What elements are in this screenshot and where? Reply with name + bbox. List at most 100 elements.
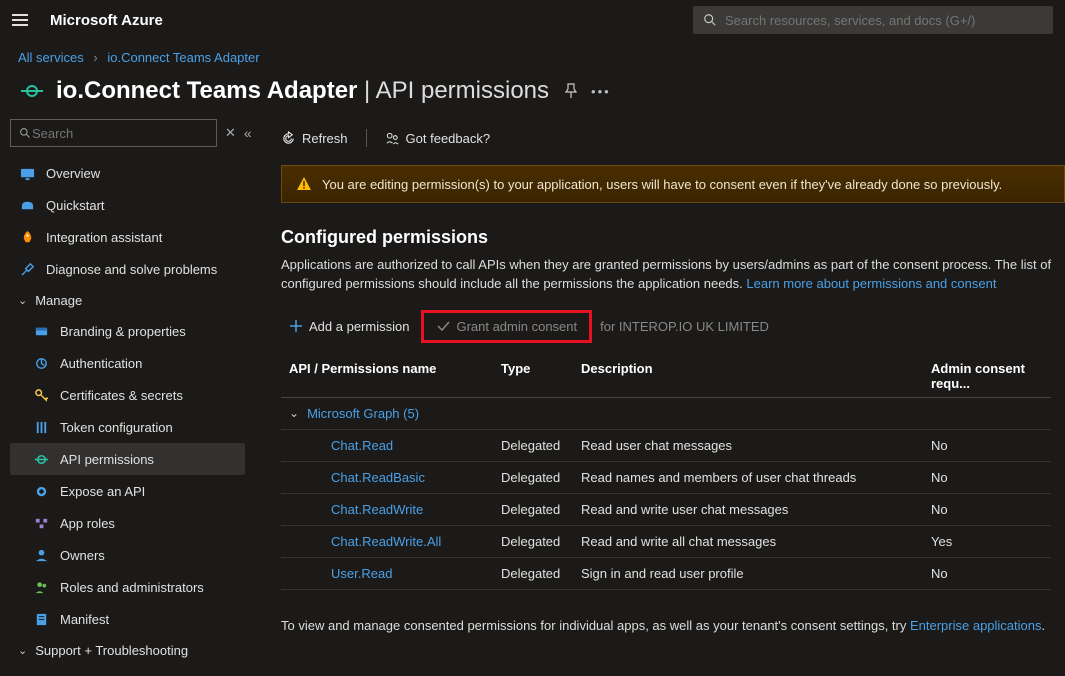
breadcrumb-sep: › xyxy=(93,50,97,65)
table-row[interactable]: User.ReadDelegatedSign in and read user … xyxy=(281,558,1051,590)
permission-type: Delegated xyxy=(501,566,581,581)
breadcrumb-current[interactable]: io.Connect Teams Adapter xyxy=(107,50,259,65)
permission-admin: No xyxy=(931,470,1051,485)
search-icon xyxy=(703,13,717,27)
permission-admin: No xyxy=(931,566,1051,581)
permission-desc: Read and write user chat messages xyxy=(581,502,931,517)
roles-icon xyxy=(32,514,50,532)
sidebar-item-owners[interactable]: Owners xyxy=(10,539,245,571)
configured-desc: Applications are authorized to call APIs… xyxy=(281,256,1065,294)
sidebar-item-roles-and-administrators[interactable]: Roles and administrators xyxy=(10,571,245,603)
feedback-button[interactable]: Got feedback? xyxy=(385,131,491,146)
sidebar-item-diagnose-and-solve-problems[interactable]: Diagnose and solve problems xyxy=(10,253,245,285)
permission-admin: No xyxy=(931,502,1051,517)
permission-link[interactable]: Chat.Read xyxy=(331,438,393,453)
sidebar-item-label: Integration assistant xyxy=(46,230,162,245)
sidebar-item-quickstart[interactable]: Quickstart xyxy=(10,189,245,221)
sidebar-item-label: Expose an API xyxy=(60,484,145,499)
sidebar-item-integration-assistant[interactable]: Integration assistant xyxy=(10,221,245,253)
sidebar-item-label: API permissions xyxy=(60,452,154,467)
collapse-sidebar-icon[interactable]: « xyxy=(244,125,252,141)
sidebar-item-label: Manifest xyxy=(60,612,109,627)
sidebar-item-label: Branding & properties xyxy=(60,324,186,339)
permission-type: Delegated xyxy=(501,470,581,485)
chevron-down-icon: ⌄ xyxy=(18,294,27,307)
sidebar-item-token-configuration[interactable]: Token configuration xyxy=(10,411,245,443)
sidebar-item-label: Diagnose and solve problems xyxy=(46,262,217,277)
brand-icon xyxy=(32,322,50,340)
page-title: io.Connect Teams Adapter | API permissio… xyxy=(56,77,549,105)
wrench-icon xyxy=(18,260,36,278)
global-search-input[interactable] xyxy=(725,13,1043,28)
breadcrumb-root[interactable]: All services xyxy=(18,50,84,65)
sidebar-item-app-roles[interactable]: App roles xyxy=(10,507,245,539)
more-menu[interactable]: ••• xyxy=(591,84,611,99)
admins-icon xyxy=(32,578,50,596)
permission-link[interactable]: Chat.ReadWrite xyxy=(331,502,423,517)
col-header-type: Type xyxy=(501,361,581,391)
sidebar-item-label: Quickstart xyxy=(46,198,105,213)
sidebar-item-branding-properties[interactable]: Branding & properties xyxy=(10,315,245,347)
overview-icon xyxy=(18,164,36,182)
sidebar-item-label: Authentication xyxy=(60,356,142,371)
table-header: API / Permissions name Type Description … xyxy=(281,355,1051,398)
sidebar-group-support[interactable]: ⌄ Support + Troubleshooting xyxy=(10,635,245,665)
permission-desc: Read and write all chat messages xyxy=(581,534,931,549)
footer-note: To view and manage consented permissions… xyxy=(281,618,1065,633)
sidebar-search-input[interactable] xyxy=(32,126,208,141)
warning-icon xyxy=(296,176,312,192)
permission-type: Delegated xyxy=(501,438,581,453)
col-header-name: API / Permissions name xyxy=(281,361,501,391)
key-icon xyxy=(32,386,50,404)
table-row[interactable]: Chat.ReadBasic DelegatedRead names and me… xyxy=(281,462,1051,494)
permission-group[interactable]: ⌄ Microsoft Graph (5) xyxy=(281,398,1051,430)
brand-label: Microsoft Azure xyxy=(50,12,163,29)
sidebar-item-label: Certificates & secrets xyxy=(60,388,183,403)
sidebar-group-label: Support + Troubleshooting xyxy=(35,643,188,658)
sidebar-item-certificates-secrets[interactable]: Certificates & secrets xyxy=(10,379,245,411)
col-header-admin: Admin consent requ... xyxy=(931,361,1051,391)
feedback-icon xyxy=(385,131,400,146)
grant-consent-button[interactable]: Grant admin consent xyxy=(428,315,585,338)
sidebar-item-manifest[interactable]: Manifest xyxy=(10,603,245,635)
expose-icon xyxy=(32,482,50,500)
sidebar-item-label: Owners xyxy=(60,548,105,563)
sidebar-item-authentication[interactable]: Authentication xyxy=(10,347,245,379)
enterprise-apps-link[interactable]: Enterprise applications xyxy=(910,618,1042,633)
sidebar-item-overview[interactable]: Overview xyxy=(10,157,245,189)
api-icon xyxy=(32,450,50,468)
check-icon xyxy=(436,319,450,333)
quickstart-icon xyxy=(18,196,36,214)
learn-more-link[interactable]: Learn more about permissions and consent xyxy=(746,276,996,291)
sidebar-item-expose-an-api[interactable]: Expose an API xyxy=(10,475,245,507)
table-row[interactable]: Chat.ReadWriteDelegatedRead and write us… xyxy=(281,494,1051,526)
manifest-icon xyxy=(32,610,50,628)
add-permission-button[interactable]: Add a permission xyxy=(281,315,417,338)
global-search[interactable] xyxy=(693,6,1053,34)
table-row[interactable]: Chat.ReadDelegatedRead user chat message… xyxy=(281,430,1051,462)
sidebar-group-manage[interactable]: ⌄ Manage xyxy=(10,285,245,315)
sidebar-item-label: Overview xyxy=(46,166,100,181)
token-icon xyxy=(32,418,50,436)
permission-admin: Yes xyxy=(931,534,1051,549)
rocket-icon xyxy=(18,228,36,246)
permission-link[interactable]: Chat.ReadBasic xyxy=(331,470,425,485)
refresh-button[interactable]: Refresh xyxy=(281,131,348,146)
sidebar-search[interactable] xyxy=(10,119,217,147)
permission-link[interactable]: Chat.ReadWrite.All xyxy=(331,534,441,549)
sidebar-item-label: Token configuration xyxy=(60,420,173,435)
plus-icon xyxy=(289,319,303,333)
col-header-desc: Description xyxy=(581,361,931,391)
permission-link[interactable]: User.Read xyxy=(331,566,392,581)
banner-text: You are editing permission(s) to your ap… xyxy=(322,177,1002,192)
sidebar-item-api-permissions[interactable]: API permissions xyxy=(10,443,245,475)
permission-desc: Read names and members of user chat thre… xyxy=(581,470,931,485)
toolbar-separator xyxy=(366,129,367,147)
table-row[interactable]: Chat.ReadWrite.AllDelegatedRead and writ… xyxy=(281,526,1051,558)
clear-search-icon[interactable]: ✕ xyxy=(225,125,236,141)
configured-heading: Configured permissions xyxy=(281,227,1065,248)
auth-icon xyxy=(32,354,50,372)
hamburger-menu[interactable] xyxy=(12,10,32,30)
pin-icon[interactable] xyxy=(563,83,579,99)
owners-icon xyxy=(32,546,50,564)
